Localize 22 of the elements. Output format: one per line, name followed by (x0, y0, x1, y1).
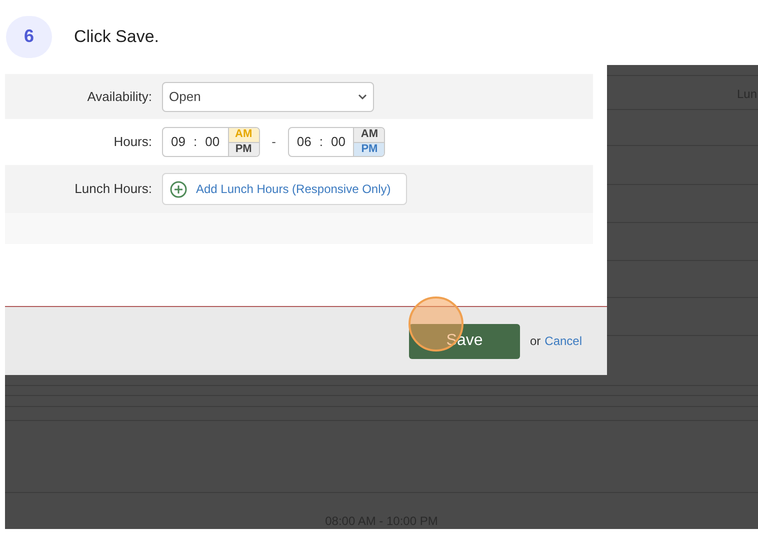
minute-value: 00 (205, 133, 220, 152)
minute-value: 00 (331, 133, 346, 152)
step-badge: 6 (6, 16, 52, 58)
field-label: Lunch Hours: (74, 180, 153, 198)
time-colon: : (319, 133, 323, 152)
time-field[interactable]: 09 : 00 AM PM (162, 127, 260, 157)
cancel-link[interactable]: Cancel (544, 332, 582, 350)
period-toggle[interactable]: AM (354, 128, 384, 142)
time-colon: : (193, 133, 198, 152)
step-instruction: Click Save. (74, 26, 160, 48)
time-field[interactable]: 06 : 00 AM PM (288, 127, 386, 157)
chevron-down-icon (358, 94, 367, 100)
hour-value: 09 (171, 133, 186, 152)
range-separator: - (272, 133, 276, 152)
period-toggle[interactable]: PM (228, 142, 259, 156)
or-text: or (530, 333, 541, 350)
field-label: Hours: (112, 133, 153, 152)
hour-value: 06 (296, 133, 312, 152)
availability-dropdown[interactable]: Open (162, 82, 374, 112)
add-lunch-hours-button[interactable]: Add Lunch Hours (Responsive Only) (162, 173, 407, 205)
field-label: Availability: (86, 88, 153, 106)
plus-circle-icon (170, 180, 187, 198)
